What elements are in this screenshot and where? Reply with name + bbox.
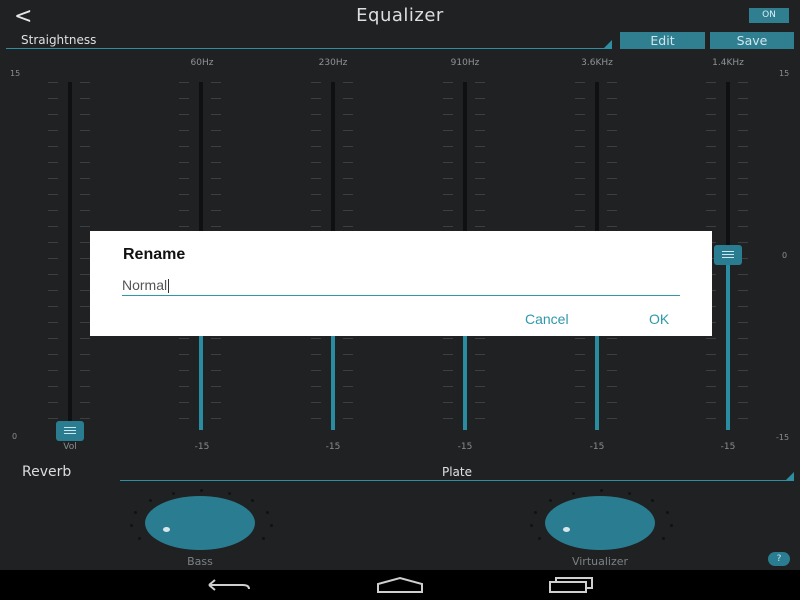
band-freq-label: 910Hz xyxy=(450,58,480,68)
volume-slider-thumb[interactable] xyxy=(56,421,84,441)
preset-name: Straightness xyxy=(21,33,97,47)
knob-tick xyxy=(265,510,269,514)
slider-track[interactable] xyxy=(68,82,72,430)
knob-tick xyxy=(548,499,552,503)
knob-tick xyxy=(262,536,266,540)
scale-right-middle: 0 xyxy=(782,251,788,260)
recents-icon[interactable] xyxy=(548,576,596,594)
knob-tick xyxy=(269,524,273,528)
reverb-value: Plate xyxy=(441,465,472,479)
knob-tick xyxy=(137,536,141,540)
scale-right-bottom: -15 xyxy=(776,433,790,442)
page-title: Equalizer xyxy=(356,5,444,26)
dropdown-corner-icon xyxy=(604,40,612,48)
knob-tick xyxy=(227,491,231,495)
cancel-button[interactable]: Cancel xyxy=(525,311,569,327)
knob-tick xyxy=(148,499,152,503)
rename-dialog: Rename Normal Cancel OK xyxy=(90,231,712,336)
band-freq-label: 230Hz xyxy=(318,58,348,68)
help-button[interactable]: ? xyxy=(768,552,790,566)
band-min-label: -15 xyxy=(589,442,605,452)
vol-label: Vol xyxy=(63,442,77,452)
slider-fill xyxy=(726,255,730,430)
knob-tick xyxy=(627,491,631,495)
home-icon[interactable] xyxy=(376,576,424,594)
dropdown-corner-icon xyxy=(786,472,794,480)
band-min-label: -15 xyxy=(457,442,473,452)
ok-button[interactable]: OK xyxy=(649,311,669,327)
knob-tick xyxy=(200,489,203,492)
scale-right-top: 15 xyxy=(779,69,790,78)
dialog-title: Rename xyxy=(123,246,186,263)
knob-indicator xyxy=(163,527,170,532)
preset-dropdown[interactable]: Straightness xyxy=(6,30,612,49)
back-icon[interactable] xyxy=(205,576,253,594)
band-min-label: -15 xyxy=(720,442,736,452)
knob-tick xyxy=(537,536,541,540)
knob-tick xyxy=(572,491,576,495)
band-min-label: -15 xyxy=(325,442,341,452)
band-freq-label: 60Hz xyxy=(190,58,214,68)
reverb-label: Reverb xyxy=(22,464,72,480)
knob-tick xyxy=(600,489,603,492)
edit-button[interactable]: Edit xyxy=(620,32,705,49)
knob-tick xyxy=(251,499,255,503)
save-button[interactable]: Save xyxy=(710,32,794,49)
virtualizer-label: Virtualizer xyxy=(571,555,629,568)
navigation-bar xyxy=(0,570,800,600)
knob-tick xyxy=(662,536,666,540)
rename-input-value: Normal xyxy=(122,277,168,293)
power-toggle[interactable]: ON xyxy=(749,8,789,23)
band-freq-label: 1.4KHz xyxy=(712,58,744,68)
knob-tick xyxy=(130,524,134,528)
slider-ticks xyxy=(48,82,84,432)
band-freq-label: 3.6KHz xyxy=(581,58,613,68)
bass-knob[interactable] xyxy=(145,496,255,550)
scale-left-top: 15 xyxy=(10,69,21,78)
knob-tick xyxy=(134,510,138,514)
rename-input[interactable]: Normal xyxy=(122,275,680,296)
knob-tick xyxy=(669,524,673,528)
knob-tick xyxy=(172,491,176,495)
scale-left-bottom: 0 xyxy=(12,432,18,441)
knob-tick xyxy=(651,499,655,503)
band-min-label: -15 xyxy=(194,442,210,452)
knob-tick xyxy=(665,510,669,514)
slider-ticks xyxy=(80,82,90,432)
virtualizer-knob[interactable] xyxy=(545,496,655,550)
knob-indicator xyxy=(563,527,570,532)
knob-tick xyxy=(530,524,534,528)
reverb-dropdown[interactable]: Plate xyxy=(120,465,794,481)
knob-tick xyxy=(534,510,538,514)
bass-label: Bass xyxy=(187,555,213,568)
band-slider-thumb[interactable] xyxy=(714,245,742,265)
text-caret xyxy=(168,279,170,294)
